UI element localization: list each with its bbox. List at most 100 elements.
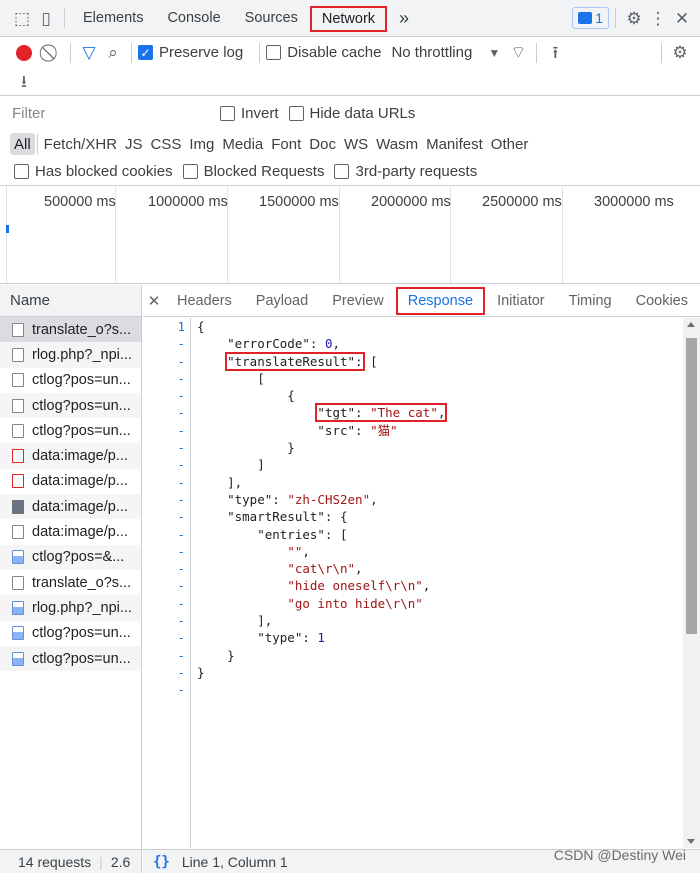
blocked-requests-checkbox[interactable]: Blocked Requests <box>182 163 324 180</box>
checkbox-box <box>334 164 350 179</box>
third-party-requests-checkbox[interactable]: 3rd-party requests <box>334 163 477 180</box>
tab-response[interactable]: Response <box>395 286 486 315</box>
filter-icon[interactable]: ▽ <box>77 41 101 65</box>
code-line: "src": "猫" <box>197 422 398 438</box>
hide-data-urls-label: Hide data URLs <box>309 105 416 122</box>
tab-headers[interactable]: Headers <box>165 285 244 317</box>
request-row[interactable]: ctlog?pos=&... <box>0 544 141 570</box>
type-filter-font[interactable]: Font <box>267 133 305 155</box>
tab-cookies[interactable]: Cookies <box>624 285 700 317</box>
blocked-filters-row: Has blocked cookies Blocked Requests 3rd… <box>0 158 700 186</box>
type-filter-wasm[interactable]: Wasm <box>372 133 422 155</box>
request-row[interactable]: ctlog?pos=un... <box>0 368 141 393</box>
type-filter-img[interactable]: Img <box>185 133 218 155</box>
request-row[interactable]: ctlog?pos=un... <box>0 645 141 672</box>
throttling-value: No throttling <box>391 44 473 61</box>
settings-gear-icon[interactable]: ⚙ <box>622 6 646 30</box>
highlight-tgt: "tgt": "The cat", <box>315 403 448 423</box>
tab-preview[interactable]: Preview <box>320 285 396 317</box>
line-number: - <box>177 578 185 594</box>
request-row[interactable]: data:image/p... <box>0 519 141 544</box>
request-row[interactable]: translate_o?s... <box>0 317 141 343</box>
more-options-icon[interactable]: ⋮ <box>646 6 670 30</box>
preserve-log-checkbox[interactable]: ✓ Preserve log <box>138 44 243 61</box>
line-number: - <box>177 370 185 386</box>
timeline-request-bar <box>6 225 9 233</box>
invert-checkbox[interactable]: Invert <box>220 105 279 122</box>
scroll-down-arrow-icon[interactable] <box>687 839 695 844</box>
code-line: "smartResult": { <box>197 509 348 525</box>
line-number: - <box>177 491 185 507</box>
issues-badge[interactable]: 1 <box>572 7 609 29</box>
response-viewer[interactable]: 1--------------------- { "errorCode": 0,… <box>143 318 683 848</box>
line-number: - <box>177 353 185 369</box>
checkbox-box <box>182 164 198 179</box>
network-conditions-icon[interactable]: ⌔ <box>506 41 530 65</box>
has-blocked-cookies-checkbox[interactable]: Has blocked cookies <box>14 163 173 180</box>
hide-data-urls-checkbox[interactable]: Hide data URLs <box>288 105 416 122</box>
type-filter-fetch-xhr[interactable]: Fetch/XHR <box>40 133 121 155</box>
request-row[interactable]: data:image/p... <box>0 469 141 494</box>
image-icon <box>12 651 24 666</box>
checkbox-box <box>288 106 304 121</box>
request-row[interactable]: translate_o?s... <box>0 570 141 595</box>
line-number: 1 <box>177 319 185 334</box>
divider <box>131 42 132 63</box>
clear-icon[interactable]: ⃠ <box>40 41 64 65</box>
line-number: - <box>177 440 185 456</box>
request-detail-pane: ✕ Headers Payload Preview Response Initi… <box>143 285 700 873</box>
tab-initiator[interactable]: Initiator <box>485 285 557 317</box>
type-filter-other[interactable]: Other <box>487 133 533 155</box>
filter-input[interactable]: Filter <box>8 101 204 126</box>
checkbox-box <box>14 164 29 179</box>
tab-timing[interactable]: Timing <box>557 285 624 317</box>
type-filter-ws[interactable]: WS <box>340 133 372 155</box>
name-column-header[interactable]: Name <box>0 285 141 317</box>
inspect-element-icon[interactable]: ⬚ <box>10 6 34 30</box>
throttling-select[interactable]: No throttling <box>391 44 472 61</box>
tab-sources[interactable]: Sources <box>233 0 310 37</box>
type-filter-media[interactable]: Media <box>218 133 267 155</box>
import-har-icon[interactable]: ⭱ <box>543 41 567 65</box>
scrollbar-thumb[interactable] <box>686 338 697 634</box>
pretty-print-icon[interactable]: {} <box>153 854 170 870</box>
request-row[interactable]: ctlog?pos=un... <box>0 392 141 419</box>
tab-elements[interactable]: Elements <box>71 0 155 37</box>
export-har-icon[interactable]: ⭳ <box>12 70 36 94</box>
request-row[interactable]: ctlog?pos=un... <box>0 621 141 646</box>
network-settings-icon[interactable]: ⚙ <box>668 41 692 65</box>
type-filter-css[interactable]: CSS <box>147 133 186 155</box>
type-filter-js[interactable]: JS <box>121 133 147 155</box>
record-icon[interactable] <box>16 44 32 61</box>
close-devtools-icon[interactable]: ✕ <box>670 6 694 30</box>
type-filter-doc[interactable]: Doc <box>305 133 340 155</box>
dropdown-arrow-icon[interactable]: ▼ <box>482 41 506 65</box>
type-filter-manifest[interactable]: Manifest <box>422 133 487 155</box>
third-party-requests-label: 3rd-party requests <box>355 163 478 180</box>
code-line: "", <box>287 543 310 559</box>
line-number: - <box>177 595 185 611</box>
tab-payload[interactable]: Payload <box>244 285 320 317</box>
tab-console[interactable]: Console <box>155 0 232 37</box>
scroll-up-arrow-icon[interactable] <box>687 322 695 327</box>
request-row[interactable]: data:image/p... <box>0 494 141 520</box>
request-row[interactable]: rlog.php?_npi... <box>0 342 141 368</box>
device-toolbar-icon[interactable]: ▯ <box>34 6 58 30</box>
code-line: ] <box>197 457 265 473</box>
close-detail-icon[interactable]: ✕ <box>143 292 165 310</box>
more-tabs-icon[interactable]: » <box>387 0 421 37</box>
search-icon[interactable]: ⌕ <box>101 41 125 65</box>
tab-network[interactable]: Network <box>309 5 388 32</box>
checkbox-box <box>266 45 282 60</box>
timeline-overview[interactable]: 500000 ms 1000000 ms 1500000 ms 2000000 … <box>0 187 700 284</box>
line-number: - <box>177 457 185 473</box>
document-icon <box>12 398 24 413</box>
highlight-translate-result: "translateResult": <box>225 351 365 371</box>
request-row[interactable]: rlog.php?_npi... <box>0 595 141 621</box>
document-icon <box>12 322 24 337</box>
vertical-scrollbar[interactable] <box>683 318 700 848</box>
disable-cache-checkbox[interactable]: Disable cache <box>266 44 381 61</box>
request-row[interactable]: data:image/p... <box>0 443 141 469</box>
request-row[interactable]: ctlog?pos=un... <box>0 418 141 443</box>
type-filter-all[interactable]: All <box>10 133 35 155</box>
